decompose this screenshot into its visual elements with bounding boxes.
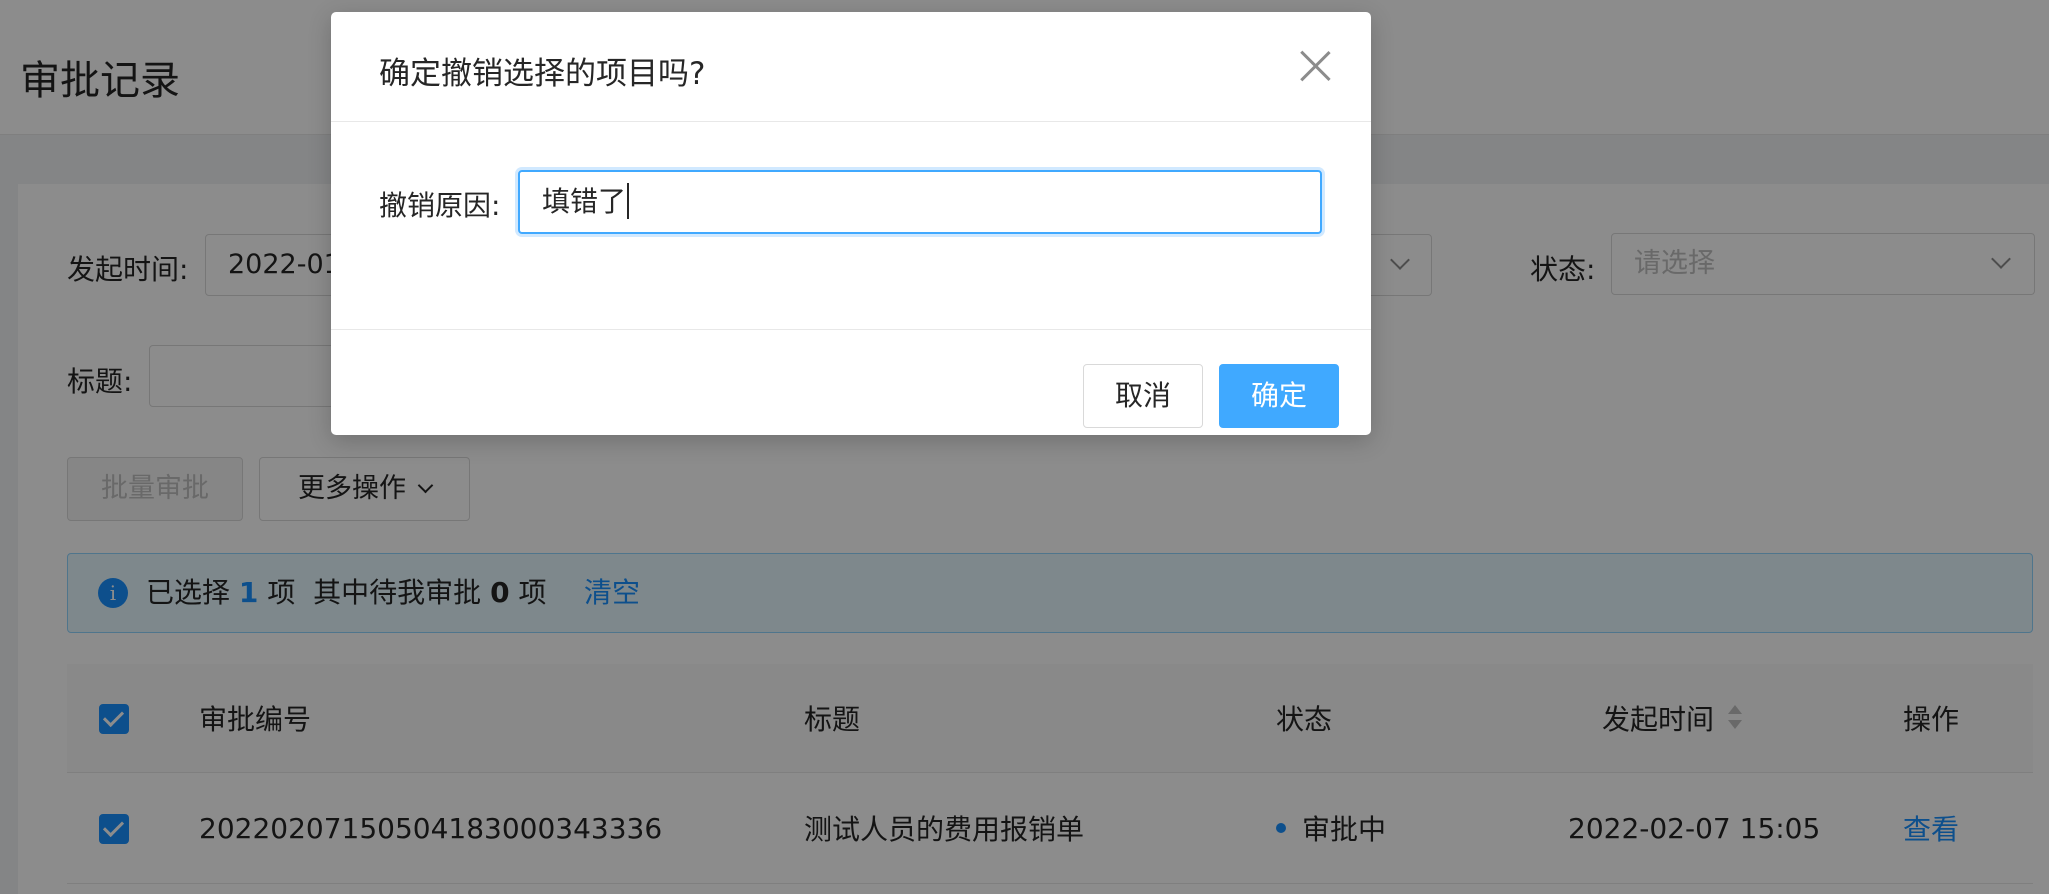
revoke-reason-input[interactable]: 填错了 (518, 170, 1322, 234)
revoke-modal: 确定撤销选择的项目吗? 撤销原因: 填错了 取消 确定 (331, 12, 1371, 435)
close-icon[interactable] (1299, 50, 1331, 82)
modal-footer: 取消 确定 (331, 329, 1371, 436)
cancel-button[interactable]: 取消 (1083, 364, 1203, 428)
modal-title: 确定撤销选择的项目吗? (379, 56, 706, 92)
text-caret (627, 183, 630, 219)
modal-header: 确定撤销选择的项目吗? (331, 12, 1371, 122)
revoke-reason-value: 填错了 (542, 185, 627, 218)
revoke-reason-label: 撤销原因: (379, 189, 501, 222)
confirm-button[interactable]: 确定 (1219, 364, 1339, 428)
